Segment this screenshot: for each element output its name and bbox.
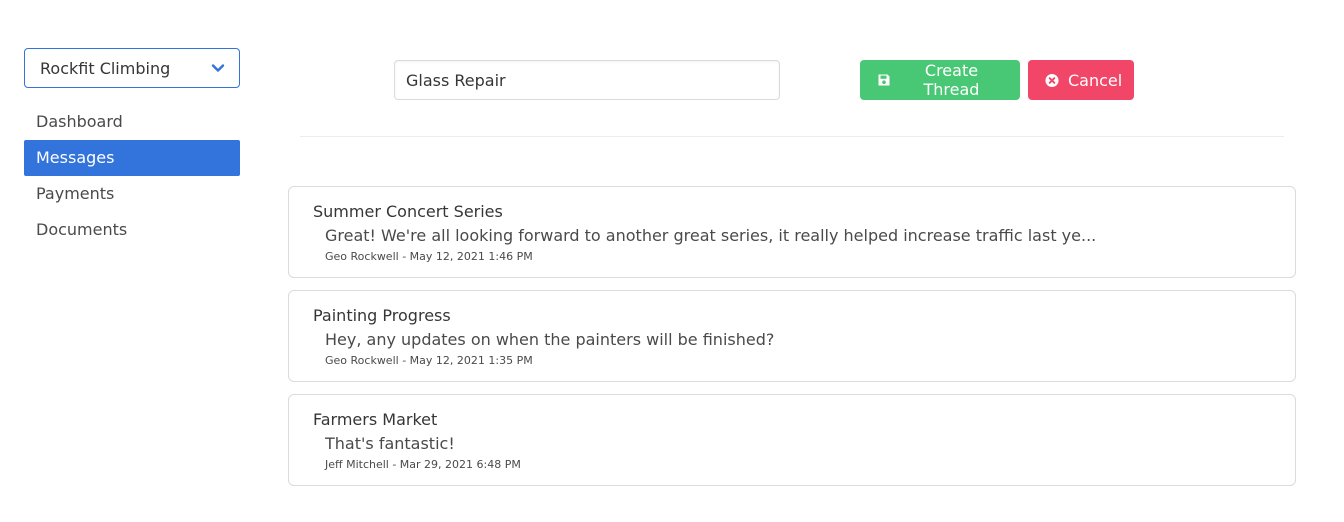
- thread-card[interactable]: Painting Progress Hey, any updates on wh…: [288, 290, 1296, 382]
- thread-meta: Jeff Mitchell - Mar 29, 2021 6:48 PM: [325, 458, 521, 471]
- cancel-button[interactable]: Cancel: [1028, 60, 1134, 100]
- create-thread-label: Create Thread: [923, 61, 980, 99]
- sidebar-menu: Dashboard Messages Payments Documents: [24, 104, 240, 248]
- organization-select-value: Rockfit Climbing: [40, 58, 171, 78]
- organization-select[interactable]: Rockfit Climbing: [24, 48, 240, 88]
- thread-card[interactable]: Summer Concert Series Great! We're all l…: [288, 186, 1296, 278]
- thread-subject-input[interactable]: [394, 60, 780, 100]
- thread-title: Farmers Market: [313, 410, 438, 429]
- times-circle-icon: [1045, 73, 1059, 87]
- create-thread-button[interactable]: Create Thread: [860, 60, 1020, 100]
- sidebar-item-dashboard[interactable]: Dashboard: [24, 104, 240, 140]
- thread-card[interactable]: Farmers Market That's fantastic! Jeff Mi…: [288, 394, 1296, 486]
- save-icon: [877, 73, 891, 87]
- chevron-down-icon: [211, 61, 225, 75]
- thread-preview: Hey, any updates on when the painters wi…: [325, 330, 775, 349]
- sidebar-item-payments[interactable]: Payments: [24, 176, 240, 212]
- thread-meta: Geo Rockwell - May 12, 2021 1:35 PM: [325, 354, 533, 367]
- thread-title: Summer Concert Series: [313, 202, 503, 221]
- sidebar-item-documents[interactable]: Documents: [24, 212, 240, 248]
- thread-meta: Geo Rockwell - May 12, 2021 1:46 PM: [325, 250, 533, 263]
- thread-preview: Great! We're all looking forward to anot…: [325, 226, 1097, 245]
- header-divider: [300, 136, 1284, 137]
- thread-title: Painting Progress: [313, 306, 451, 325]
- thread-preview: That's fantastic!: [325, 434, 455, 453]
- sidebar-item-messages[interactable]: Messages: [24, 140, 240, 176]
- cancel-label: Cancel: [1068, 70, 1123, 90]
